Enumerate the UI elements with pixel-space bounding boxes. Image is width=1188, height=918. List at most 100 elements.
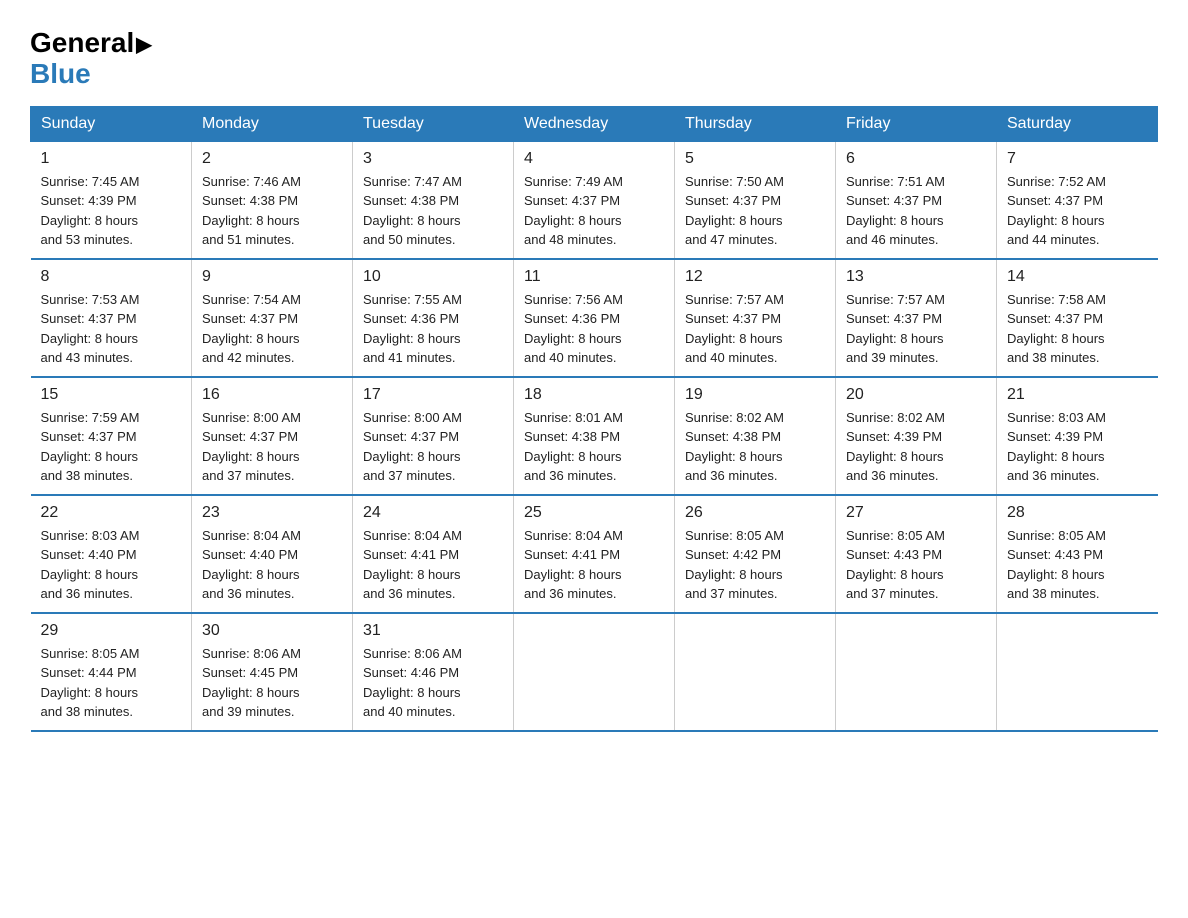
day-number: 18: [524, 386, 664, 404]
calendar-cell: 7 Sunrise: 7:52 AMSunset: 4:37 PMDaylight…: [997, 141, 1158, 259]
day-info: Sunrise: 7:50 AMSunset: 4:37 PMDaylight:…: [685, 172, 825, 250]
day-info: Sunrise: 8:01 AMSunset: 4:38 PMDaylight:…: [524, 408, 664, 486]
day-info: Sunrise: 7:55 AMSunset: 4:36 PMDaylight:…: [363, 290, 503, 368]
day-number: 16: [202, 386, 342, 404]
calendar-cell: 14 Sunrise: 7:58 AMSunset: 4:37 PMDayligh…: [997, 259, 1158, 377]
week-row-3: 15 Sunrise: 7:59 AMSunset: 4:37 PMDayligh…: [31, 377, 1158, 495]
weekday-header-sunday: Sunday: [31, 106, 192, 141]
day-number: 8: [41, 268, 182, 286]
weekday-header-monday: Monday: [192, 106, 353, 141]
day-info: Sunrise: 8:02 AMSunset: 4:39 PMDaylight:…: [846, 408, 986, 486]
day-number: 10: [363, 268, 503, 286]
calendar-cell: 27Sunrise: 8:05 AMSunset: 4:43 PMDayligh…: [836, 495, 997, 613]
weekday-header-friday: Friday: [836, 106, 997, 141]
day-info: Sunrise: 8:06 AMSunset: 4:45 PMDaylight:…: [202, 644, 342, 722]
day-info: Sunrise: 7:54 AMSunset: 4:37 PMDaylight:…: [202, 290, 342, 368]
calendar-cell: 3 Sunrise: 7:47 AMSunset: 4:38 PMDaylight…: [353, 141, 514, 259]
calendar-cell: 29Sunrise: 8:05 AMSunset: 4:44 PMDayligh…: [31, 613, 192, 731]
day-number: 19: [685, 386, 825, 404]
day-number: 4: [524, 150, 664, 168]
day-info: Sunrise: 8:00 AMSunset: 4:37 PMDaylight:…: [202, 408, 342, 486]
weekday-header-saturday: Saturday: [997, 106, 1158, 141]
calendar-cell: 28 Sunrise: 8:05 AMSunset: 4:43 PMDayligh…: [997, 495, 1158, 613]
day-number: 3: [363, 150, 503, 168]
day-number: 25: [524, 504, 664, 522]
day-number: 30: [202, 622, 342, 640]
week-row-1: 1 Sunrise: 7:45 AMSunset: 4:39 PMDaylight…: [31, 141, 1158, 259]
day-info: Sunrise: 7:58 AMSunset: 4:37 PMDaylight:…: [1007, 290, 1148, 368]
calendar-cell: 10 Sunrise: 7:55 AMSunset: 4:36 PMDayligh…: [353, 259, 514, 377]
calendar-cell: 20 Sunrise: 8:02 AMSunset: 4:39 PMDayligh…: [836, 377, 997, 495]
day-info: Sunrise: 7:59 AMSunset: 4:37 PMDaylight:…: [41, 408, 182, 486]
day-info: Sunrise: 8:02 AMSunset: 4:38 PMDaylight:…: [685, 408, 825, 486]
calendar-cell: 18 Sunrise: 8:01 AMSunset: 4:38 PMDayligh…: [514, 377, 675, 495]
calendar-cell: 25 Sunrise: 8:04 AMSunset: 4:41 PMDayligh…: [514, 495, 675, 613]
day-info: Sunrise: 8:04 AMSunset: 4:41 PMDaylight:…: [363, 526, 503, 604]
day-info: Sunrise: 8:04 AMSunset: 4:40 PMDaylight:…: [202, 526, 342, 604]
weekday-header-wednesday: Wednesday: [514, 106, 675, 141]
day-number: 1: [41, 150, 182, 168]
day-number: 22: [41, 504, 182, 522]
calendar-cell: [514, 613, 675, 731]
weekday-header-tuesday: Tuesday: [353, 106, 514, 141]
day-info: Sunrise: 8:00 AMSunset: 4:37 PMDaylight:…: [363, 408, 503, 486]
day-info: Sunrise: 7:47 AMSunset: 4:38 PMDaylight:…: [363, 172, 503, 250]
calendar-cell: 9 Sunrise: 7:54 AMSunset: 4:37 PMDaylight…: [192, 259, 353, 377]
calendar-cell: 24 Sunrise: 8:04 AMSunset: 4:41 PMDayligh…: [353, 495, 514, 613]
calendar-cell: 23 Sunrise: 8:04 AMSunset: 4:40 PMDayligh…: [192, 495, 353, 613]
day-number: 31: [363, 622, 503, 640]
calendar-cell: 21 Sunrise: 8:03 AMSunset: 4:39 PMDayligh…: [997, 377, 1158, 495]
header: General▶ Blue: [30, 20, 1158, 90]
day-info: Sunrise: 8:06 AMSunset: 4:46 PMDaylight:…: [363, 644, 503, 722]
calendar-cell: [997, 613, 1158, 731]
day-number: 24: [363, 504, 503, 522]
day-info: Sunrise: 7:53 AMSunset: 4:37 PMDaylight:…: [41, 290, 182, 368]
day-number: 11: [524, 268, 664, 286]
day-number: 9: [202, 268, 342, 286]
calendar-cell: 17 Sunrise: 8:00 AMSunset: 4:37 PMDayligh…: [353, 377, 514, 495]
day-info: Sunrise: 7:46 AMSunset: 4:38 PMDaylight:…: [202, 172, 342, 250]
day-number: 23: [202, 504, 342, 522]
calendar-cell: 2 Sunrise: 7:46 AMSunset: 4:38 PMDaylight…: [192, 141, 353, 259]
day-number: 5: [685, 150, 825, 168]
day-number: 17: [363, 386, 503, 404]
day-number: 13: [846, 268, 986, 286]
day-info: Sunrise: 7:45 AMSunset: 4:39 PMDaylight:…: [41, 172, 182, 250]
week-row-2: 8 Sunrise: 7:53 AMSunset: 4:37 PMDaylight…: [31, 259, 1158, 377]
weekday-header-thursday: Thursday: [675, 106, 836, 141]
day-number: 28: [1007, 504, 1148, 522]
calendar-cell: 4 Sunrise: 7:49 AMSunset: 4:37 PMDaylight…: [514, 141, 675, 259]
week-row-4: 22Sunrise: 8:03 AMSunset: 4:40 PMDayligh…: [31, 495, 1158, 613]
day-info: Sunrise: 8:05 AMSunset: 4:42 PMDaylight:…: [685, 526, 825, 604]
calendar-cell: 5 Sunrise: 7:50 AMSunset: 4:37 PMDaylight…: [675, 141, 836, 259]
day-number: 6: [846, 150, 986, 168]
calendar-cell: 13Sunrise: 7:57 AMSunset: 4:37 PMDayligh…: [836, 259, 997, 377]
day-info: Sunrise: 7:52 AMSunset: 4:37 PMDaylight:…: [1007, 172, 1148, 250]
logo: General▶ Blue: [30, 28, 152, 90]
day-info: Sunrise: 7:51 AMSunset: 4:37 PMDaylight:…: [846, 172, 986, 250]
day-number: 26: [685, 504, 825, 522]
day-number: 2: [202, 150, 342, 168]
calendar-cell: 16 Sunrise: 8:00 AMSunset: 4:37 PMDayligh…: [192, 377, 353, 495]
day-info: Sunrise: 8:05 AMSunset: 4:43 PMDaylight:…: [1007, 526, 1148, 604]
day-info: Sunrise: 8:05 AMSunset: 4:44 PMDaylight:…: [41, 644, 182, 722]
day-number: 7: [1007, 150, 1148, 168]
day-number: 12: [685, 268, 825, 286]
day-info: Sunrise: 8:04 AMSunset: 4:41 PMDaylight:…: [524, 526, 664, 604]
day-number: 14: [1007, 268, 1148, 286]
calendar-cell: 1 Sunrise: 7:45 AMSunset: 4:39 PMDaylight…: [31, 141, 192, 259]
day-number: 21: [1007, 386, 1148, 404]
day-number: 20: [846, 386, 986, 404]
day-number: 15: [41, 386, 182, 404]
day-info: Sunrise: 8:03 AMSunset: 4:39 PMDaylight:…: [1007, 408, 1148, 486]
calendar-cell: 30 Sunrise: 8:06 AMSunset: 4:45 PMDayligh…: [192, 613, 353, 731]
calendar-cell: 31 Sunrise: 8:06 AMSunset: 4:46 PMDayligh…: [353, 613, 514, 731]
calendar-cell: 15 Sunrise: 7:59 AMSunset: 4:37 PMDayligh…: [31, 377, 192, 495]
day-info: Sunrise: 7:49 AMSunset: 4:37 PMDaylight:…: [524, 172, 664, 250]
day-info: Sunrise: 8:05 AMSunset: 4:43 PMDaylight:…: [846, 526, 986, 604]
calendar-cell: 6 Sunrise: 7:51 AMSunset: 4:37 PMDaylight…: [836, 141, 997, 259]
calendar-cell: 11Sunrise: 7:56 AMSunset: 4:36 PMDayligh…: [514, 259, 675, 377]
calendar-cell: [836, 613, 997, 731]
logo-general-text: General▶: [30, 28, 152, 59]
weekday-header-row: SundayMondayTuesdayWednesdayThursdayFrid…: [31, 106, 1158, 141]
